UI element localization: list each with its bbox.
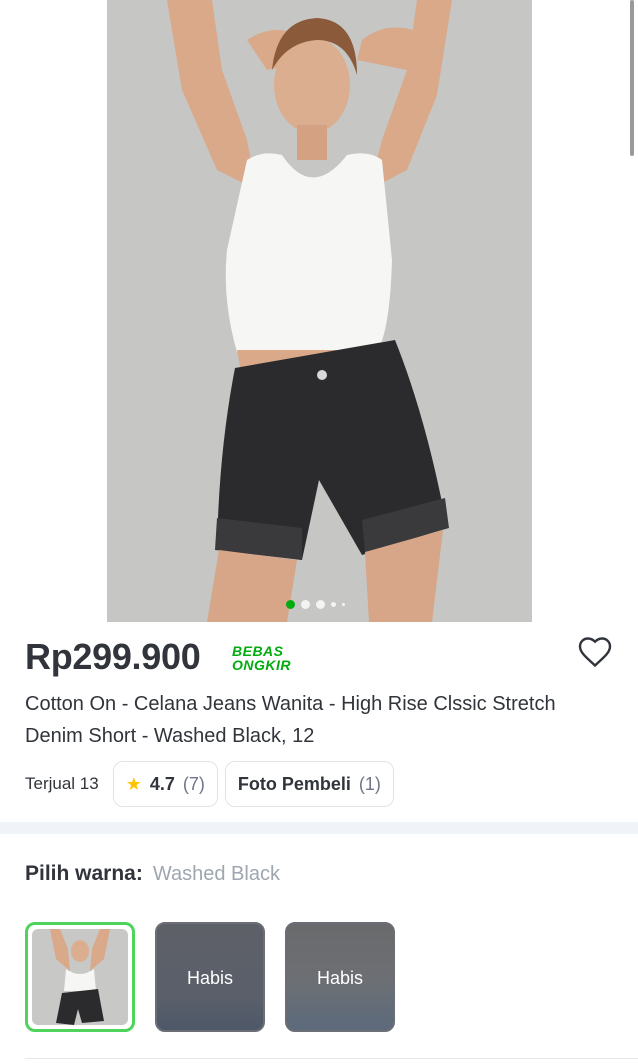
bottom-divider — [25, 1058, 638, 1059]
star-icon: ★ — [125, 773, 142, 794]
free-shipping-line1: BEBAS — [232, 643, 284, 659]
sold-count: Terjual 13 — [25, 774, 99, 793]
page-scrollbar[interactable] — [630, 0, 634, 156]
buyer-photos-chip[interactable]: Foto Pembeli (1) — [224, 761, 394, 807]
swatch-option-3[interactable]: Habis — [285, 922, 395, 1032]
variant-selector-header: Pilih warna: Washed Black — [25, 862, 280, 886]
product-title: Cotton On - Celana Jeans Wanita - High R… — [25, 693, 556, 747]
carousel-dot-active[interactable] — [286, 600, 295, 609]
free-shipping-badge: BEBAS ONGKIR — [232, 644, 291, 672]
swatch-option-2[interactable]: Habis — [155, 922, 265, 1032]
rating-value: 4.7 — [149, 773, 175, 794]
color-swatches: Habis Habis — [25, 922, 395, 1032]
product-price: Rp299.900 — [25, 636, 201, 677]
swatch-thumbnail — [32, 929, 128, 1025]
product-photo[interactable] — [107, 0, 532, 622]
buyer-photos-label: Foto Pembeli — [237, 773, 351, 794]
section-divider — [0, 822, 638, 834]
carousel-dot[interactable] — [301, 600, 310, 609]
product-stats-row: Terjual 13 ★ 4.7 (7) Foto Pembeli (1) — [25, 760, 401, 808]
free-shipping-line2: ONGKIR — [232, 657, 291, 673]
rating-chip[interactable]: ★ 4.7 (7) — [112, 761, 218, 807]
selected-variant: Washed Black — [152, 863, 280, 885]
sold-out-label: Habis — [316, 968, 364, 988]
rating-count: (7) — [182, 773, 205, 794]
swatch-washed-black[interactable] — [25, 922, 135, 1032]
carousel-dot[interactable] — [316, 600, 325, 609]
carousel-dot[interactable] — [342, 603, 345, 606]
carousel-dot[interactable] — [331, 602, 336, 607]
product-image-carousel[interactable] — [0, 0, 638, 622]
sold-out-label: Habis — [186, 968, 234, 988]
variant-label: Pilih warna: — [25, 862, 143, 885]
carousel-indicator — [286, 600, 345, 609]
model-photo-illustration — [107, 0, 532, 622]
wishlist-heart-icon[interactable] — [577, 634, 613, 670]
buyer-photos-count: (1) — [358, 773, 381, 794]
